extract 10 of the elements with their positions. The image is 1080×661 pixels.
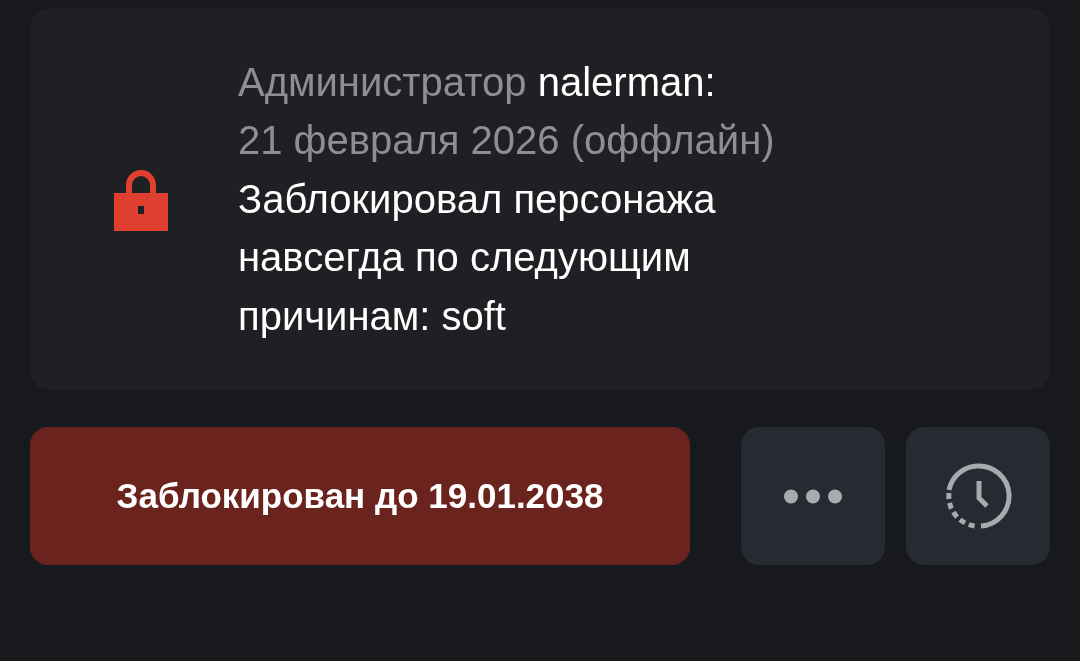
history-icon (944, 462, 1012, 530)
entry-date: 21 февраля 2026 (оффлайн) (238, 117, 776, 165)
more-button[interactable] (741, 427, 885, 565)
author-name: nalerman: (537, 59, 716, 104)
entry-message: Заблокировал персонажа навсегда по следующим причинам: soft (238, 175, 717, 340)
role-label: Администратор (238, 59, 527, 104)
blocked-status-button[interactable]: Заблокирован до 19.01.2038 (30, 427, 690, 565)
lock-icon (114, 167, 168, 231)
history-button[interactable] (906, 427, 1050, 565)
more-icon (784, 488, 842, 504)
